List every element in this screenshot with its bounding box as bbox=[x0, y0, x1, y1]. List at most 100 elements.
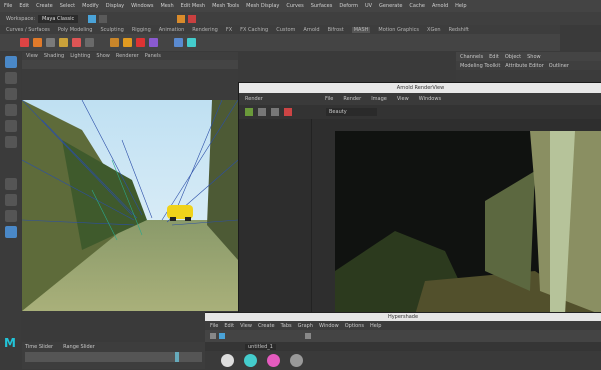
trails-icon[interactable] bbox=[149, 38, 158, 47]
rotate-tool-icon[interactable] bbox=[4, 120, 17, 132]
channel-tab-channels[interactable]: Channels bbox=[460, 54, 483, 60]
shelf-tab-rigging[interactable]: Rigging bbox=[132, 27, 151, 33]
viewport-menu-panels[interactable]: Panels bbox=[145, 53, 161, 59]
shelf-tab-curves[interactable]: Curves / Surfaces bbox=[6, 27, 50, 33]
snap-grid-icon[interactable] bbox=[99, 14, 108, 23]
channel-tab-edit[interactable]: Edit bbox=[489, 54, 499, 60]
menu-modify[interactable]: Modify bbox=[82, 3, 99, 9]
swatch-pink[interactable] bbox=[267, 353, 280, 367]
layout-four-icon[interactable] bbox=[4, 194, 17, 206]
menu-help[interactable]: Help bbox=[455, 3, 466, 9]
mash-network-icon[interactable] bbox=[20, 38, 29, 47]
hs-menu-create[interactable]: Create bbox=[258, 323, 275, 329]
scale-tool-icon[interactable] bbox=[4, 136, 17, 148]
repro-icon[interactable] bbox=[59, 38, 68, 47]
time-slider[interactable] bbox=[25, 352, 202, 362]
random-icon[interactable] bbox=[110, 38, 119, 47]
shelf-tab-rendering[interactable]: Rendering bbox=[192, 27, 218, 33]
menu-curves[interactable]: Curves bbox=[286, 3, 303, 9]
swatch-teal[interactable] bbox=[244, 353, 257, 367]
offset-icon[interactable] bbox=[123, 38, 132, 47]
instancer-icon[interactable] bbox=[72, 38, 81, 47]
shelf-tab-custom[interactable]: Custom bbox=[276, 27, 295, 33]
swatch-white[interactable] bbox=[221, 353, 234, 367]
signal-icon[interactable] bbox=[187, 38, 196, 47]
render-stop-icon[interactable] bbox=[258, 108, 266, 116]
shelf-tab-mash[interactable]: MASH bbox=[351, 26, 371, 33]
current-frame-marker[interactable] bbox=[175, 352, 179, 362]
lasso-tool-icon[interactable] bbox=[4, 72, 17, 84]
swatch-gray[interactable] bbox=[290, 353, 303, 367]
hs-grid-icon[interactable] bbox=[219, 333, 225, 339]
side-tab-modeling-toolkit[interactable]: Modeling Toolkit bbox=[460, 63, 500, 69]
shelf-tab-xgen[interactable]: XGen bbox=[427, 27, 441, 33]
select-tool-icon[interactable] bbox=[4, 56, 17, 68]
hs-menu-window[interactable]: Window bbox=[319, 323, 339, 329]
menu-edit-mesh[interactable]: Edit Mesh bbox=[181, 3, 205, 9]
move-tool-icon[interactable] bbox=[4, 104, 17, 116]
menu-mesh-tools[interactable]: Mesh Tools bbox=[212, 3, 239, 9]
paint-select-icon[interactable] bbox=[4, 88, 17, 100]
curve-icon[interactable] bbox=[174, 38, 183, 47]
menu-cache[interactable]: Cache bbox=[409, 3, 425, 9]
workspace-dropdown[interactable]: Maya Classic bbox=[38, 14, 79, 23]
menu-deform[interactable]: Deform bbox=[339, 3, 358, 9]
hs-menu-edit[interactable]: Edit bbox=[224, 323, 234, 329]
render-settings-icon[interactable] bbox=[245, 108, 253, 116]
aov-dropdown[interactable]: Beauty bbox=[326, 108, 377, 116]
waiter-icon[interactable] bbox=[46, 38, 55, 47]
snapshot-icon[interactable] bbox=[271, 108, 279, 116]
hs-menu-graph[interactable]: Graph bbox=[298, 323, 313, 329]
rv-menu-windows[interactable]: Windows bbox=[419, 96, 441, 102]
menu-edit[interactable]: Edit bbox=[19, 3, 29, 9]
hs-menu-tabs[interactable]: Tabs bbox=[281, 323, 292, 329]
rv-menu-view[interactable]: View bbox=[397, 96, 409, 102]
shelf-tab-fx-caching[interactable]: FX Caching bbox=[240, 27, 268, 33]
menu-arnold[interactable]: Arnold bbox=[432, 3, 448, 9]
hs-menu-help[interactable]: Help bbox=[370, 323, 381, 329]
layout-single-icon[interactable] bbox=[4, 178, 17, 190]
shelf-tab-arnold[interactable]: Arnold bbox=[303, 27, 319, 33]
hs-tab-untitled[interactable]: untitled_1 bbox=[245, 343, 276, 350]
hs-search-icon[interactable] bbox=[305, 333, 311, 339]
shelf-tab-animation[interactable]: Animation bbox=[159, 27, 185, 33]
menu-windows[interactable]: Windows bbox=[131, 3, 153, 9]
shelf-tab-motion-graphics[interactable]: Motion Graphics bbox=[378, 27, 419, 33]
layout-two-icon[interactable] bbox=[4, 210, 17, 222]
points-icon[interactable] bbox=[85, 38, 94, 47]
render-clear-icon[interactable] bbox=[284, 108, 292, 116]
shelf-tab-fx[interactable]: FX bbox=[226, 27, 232, 33]
viewport-menu-view[interactable]: View bbox=[26, 53, 38, 59]
hs-menu-file[interactable]: File bbox=[210, 323, 218, 329]
viewport-menu-renderer[interactable]: Renderer bbox=[116, 53, 139, 59]
outliner-layout-icon[interactable] bbox=[4, 226, 17, 238]
render-icon[interactable] bbox=[177, 14, 186, 23]
shelf-tab-redshift[interactable]: Redshift bbox=[449, 27, 469, 33]
viewport-menu-shading[interactable]: Shading bbox=[44, 53, 64, 59]
shelf-tab-sculpting[interactable]: Sculpting bbox=[100, 27, 123, 33]
distribute-icon[interactable] bbox=[33, 38, 42, 47]
menu-display[interactable]: Display bbox=[106, 3, 124, 9]
menu-mesh-display[interactable]: Mesh Display bbox=[246, 3, 279, 9]
select-mode-icon[interactable] bbox=[88, 14, 97, 23]
side-tab-outliner[interactable]: Outliner bbox=[549, 63, 569, 69]
menu-generate[interactable]: Generate bbox=[379, 3, 402, 9]
rv-menu-file[interactable]: File bbox=[325, 96, 333, 102]
viewport-menu-show[interactable]: Show bbox=[96, 53, 110, 59]
rv-menu-image[interactable]: Image bbox=[371, 96, 387, 102]
ipr-render-icon[interactable] bbox=[188, 14, 197, 23]
channel-tab-show[interactable]: Show bbox=[527, 54, 541, 60]
menu-surfaces[interactable]: Surfaces bbox=[311, 3, 333, 9]
menu-select[interactable]: Select bbox=[60, 3, 75, 9]
shelf-tab-bifrost[interactable]: Bifrost bbox=[328, 27, 344, 33]
shelf-tab-poly[interactable]: Poly Modeling bbox=[58, 27, 93, 33]
side-tab-attribute-editor[interactable]: Attribute Editor bbox=[505, 63, 543, 69]
menu-uv[interactable]: UV bbox=[365, 3, 372, 9]
viewport-menu-lighting[interactable]: Lighting bbox=[70, 53, 90, 59]
menu-file[interactable]: File bbox=[4, 3, 12, 9]
hs-toolbar-icon[interactable] bbox=[210, 333, 216, 339]
hs-menu-options[interactable]: Options bbox=[345, 323, 364, 329]
rv-menu-render[interactable]: Render bbox=[343, 96, 361, 102]
channel-tab-object[interactable]: Object bbox=[505, 54, 521, 60]
hs-menu-view[interactable]: View bbox=[240, 323, 252, 329]
